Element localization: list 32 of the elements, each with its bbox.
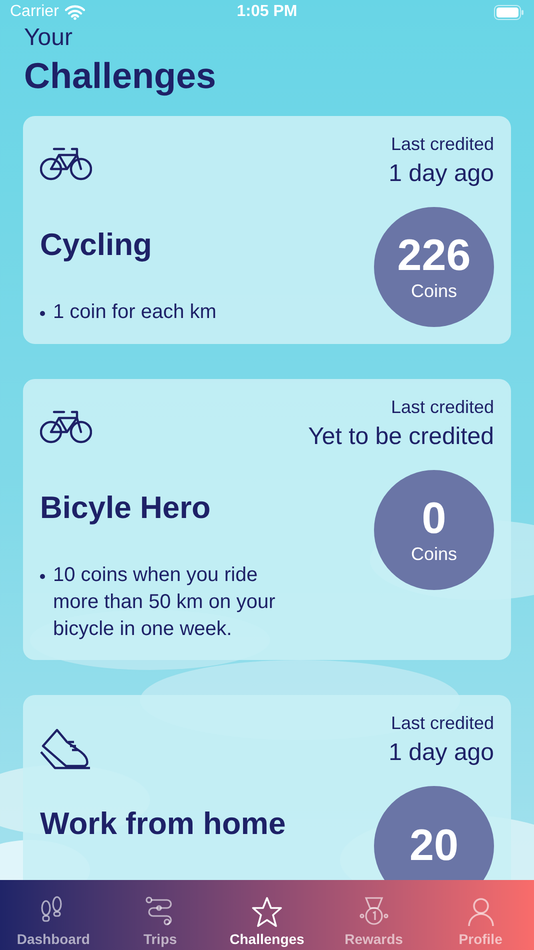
challenge-title: Cycling (40, 227, 153, 263)
bicycle-icon (40, 410, 92, 444)
bullet-icon (40, 311, 45, 316)
challenge-card[interactable]: Bicyle Hero 10 coins when you ride more than 50 km on your bicycle in one week. Last credited Yet to be credited 0 Coins (23, 379, 511, 660)
carrier-text: Carrier (10, 2, 59, 22)
coins-badge: 0 Coins (374, 470, 494, 590)
clock-text: 1:05 PM (236, 2, 298, 22)
challenge-card[interactable]: Work from home Last credited 1 day ago 20 (23, 695, 511, 880)
credit-label: Last credited (390, 133, 494, 155)
coins-badge: 226 Coins (374, 207, 494, 327)
credit-label: Last credited (390, 712, 494, 734)
coins-badge: 20 (374, 786, 494, 880)
star-icon (250, 896, 283, 928)
credit-label: Last credited (390, 396, 494, 418)
credit-value: 1 day ago (388, 159, 494, 189)
rule-text: 10 coins when you ride more than 50 km on your bicycle in one week. (53, 563, 276, 642)
tab-item[interactable]: Dashboard (0, 880, 107, 950)
credit-value: 1 day ago (388, 738, 494, 768)
tab-item[interactable]: Challenges (214, 880, 320, 950)
challenge-title: Bicyle Hero (40, 490, 212, 526)
header-subtitle: Your (24, 24, 74, 52)
bullet-icon (40, 574, 45, 579)
rule-text: 1 coin for each km (53, 300, 216, 325)
battery-icon (494, 4, 524, 20)
credit-value: Yet to be credited (308, 422, 494, 452)
page-title: Challenges (24, 54, 218, 98)
challenge-card[interactable]: Cycling 1 coin for each km Last credited 1 day ago 226 Coins (23, 116, 511, 344)
bicycle-icon (40, 147, 92, 181)
wifi-icon (64, 4, 85, 20)
tab-item[interactable]: Trips (106, 880, 214, 950)
challenge-title: Work from home (40, 806, 287, 842)
medal-icon (358, 896, 390, 928)
